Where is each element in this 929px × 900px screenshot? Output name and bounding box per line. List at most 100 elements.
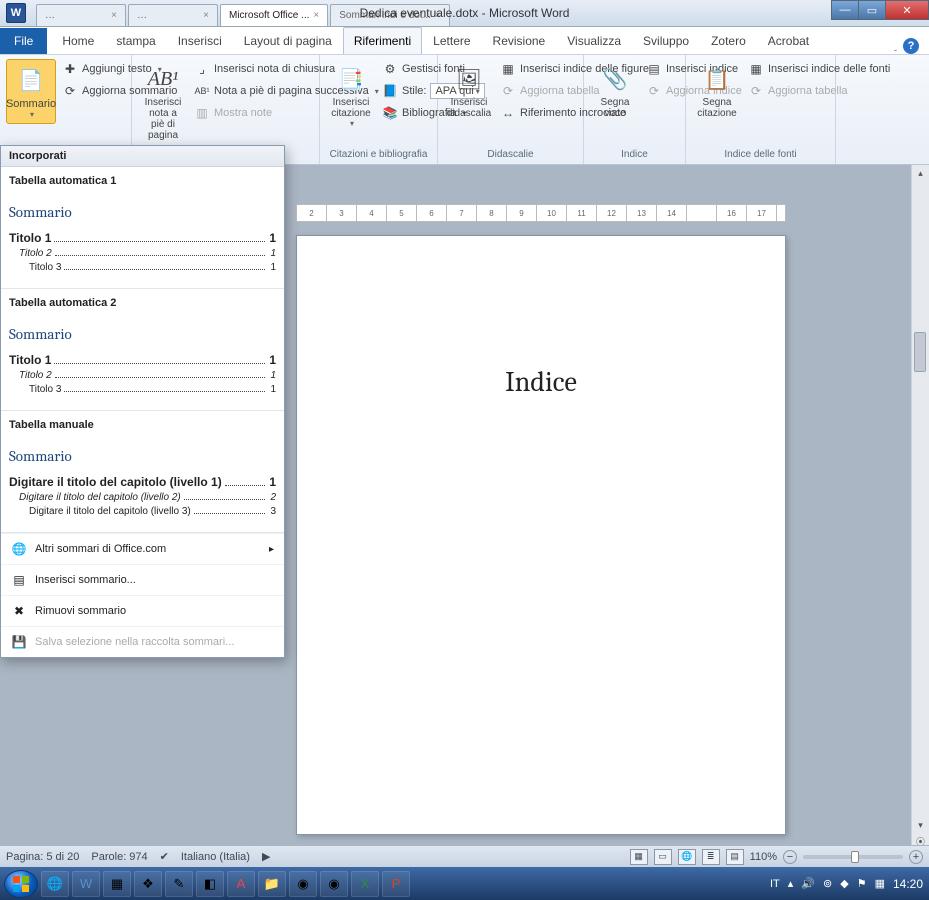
- view-outline[interactable]: ≣: [702, 849, 720, 865]
- window-controls: — ▭ ✕: [832, 0, 929, 26]
- macro-icon[interactable]: ▶: [262, 850, 270, 863]
- ribbon-group-didascalie: 🖼 Inserisci didascalia ▦Inserisci indice…: [438, 55, 584, 164]
- help-icon[interactable]: ?: [903, 38, 919, 54]
- refresh-icon: ⟳: [500, 83, 516, 99]
- tab-home[interactable]: Home: [51, 27, 105, 54]
- toc-preview-line: Titolo 21: [9, 248, 276, 259]
- ribbon-group-fonti: 📋 Segna citazione ▦Inserisci indice dell…: [686, 55, 836, 164]
- taskbar-pdf[interactable]: A: [227, 871, 255, 897]
- taskbar-app[interactable]: ✎: [165, 871, 193, 897]
- tab-stampa[interactable]: stampa: [105, 27, 166, 54]
- taskbar-powerpoint[interactable]: P: [382, 871, 410, 897]
- taskbar-explorer[interactable]: 📁: [258, 871, 286, 897]
- tray-network-icon[interactable]: ⊚: [823, 877, 832, 890]
- tab-layout[interactable]: Layout di pagina: [233, 27, 343, 54]
- taskbar-app[interactable]: ❖: [134, 871, 162, 897]
- inserisci-didascalia-button[interactable]: 🖼 Inserisci didascalia: [444, 59, 494, 123]
- sommario-dropdown: Incorporati Tabella automatica 1Sommario…: [0, 145, 285, 658]
- scroll-down-icon[interactable]: ▾: [912, 817, 929, 833]
- tray-icon[interactable]: ▦: [875, 877, 885, 890]
- scroll-thumb[interactable]: [914, 332, 926, 372]
- language-indicator[interactable]: Italiano (Italia): [181, 851, 250, 863]
- tab-zotero[interactable]: Zotero: [700, 27, 757, 54]
- document-page[interactable]: Indice: [296, 235, 786, 835]
- windows-taskbar: 🌐 W ▦ ❖ ✎ ◧ A 📁 ◉ ◉ X P IT ▴ 🔊 ⊚ ◆ ⚑ ▦ 1…: [0, 867, 929, 900]
- tab-revisione[interactable]: Revisione: [482, 27, 557, 54]
- taskbar-chrome[interactable]: ◉: [289, 871, 317, 897]
- toc-preview-heading: Sommario: [9, 203, 276, 221]
- window-tab[interactable]: …×: [36, 4, 126, 26]
- word-count[interactable]: Parole: 974: [91, 851, 147, 863]
- toc-gallery-item[interactable]: Tabella automatica 1SommarioTitolo 11Tit…: [1, 167, 284, 289]
- window-tab[interactable]: …×: [128, 4, 218, 26]
- tray-clock[interactable]: 14:20: [893, 877, 923, 891]
- ribbon-minimize-icon[interactable]: ˬ: [894, 41, 897, 51]
- ruler-tick: 12: [597, 205, 627, 221]
- caption-icon: 🖼: [453, 63, 485, 95]
- tab-inserisci[interactable]: Inserisci: [167, 27, 233, 54]
- ruler-tick: 10: [537, 205, 567, 221]
- toc-gallery-item[interactable]: Tabella manualeSommarioDigitare il titol…: [1, 411, 284, 533]
- tab-sviluppo[interactable]: Sviluppo: [632, 27, 700, 54]
- maximize-button[interactable]: ▭: [858, 0, 886, 20]
- file-tab[interactable]: File: [0, 28, 47, 54]
- indice-fonti-button[interactable]: ▦Inserisci indice delle fonti: [746, 59, 892, 79]
- toc-preview-heading: Sommario: [9, 447, 276, 465]
- ribbon-group-indice: 📎 Segna voce ▤Inserisci indice ⟳Aggiorna…: [584, 55, 686, 164]
- btn-label: Segna citazione: [697, 97, 736, 119]
- tab-riferimenti[interactable]: Riferimenti: [343, 27, 422, 54]
- zoom-slider-handle[interactable]: [851, 851, 859, 863]
- btn-label: Inserisci nota a piè di pagina: [144, 97, 182, 141]
- taskbar-app[interactable]: ◧: [196, 871, 224, 897]
- tray-icon[interactable]: ⚑: [857, 877, 867, 890]
- view-draft[interactable]: ▤: [726, 849, 744, 865]
- horizontal-ruler[interactable]: 2345678910111213141617: [296, 204, 786, 222]
- tray-volume-icon[interactable]: 🔊: [801, 877, 815, 890]
- ribbon-tabs: File Home stampa Inserisci Layout di pag…: [0, 27, 929, 55]
- minimize-button[interactable]: —: [831, 0, 859, 20]
- taskbar-app[interactable]: ▦: [103, 871, 131, 897]
- segna-voce-button[interactable]: 📎 Segna voce: [590, 59, 640, 123]
- insert-sommario-item[interactable]: ▤ Inserisci sommario...: [1, 564, 284, 595]
- tray-show-hidden-icon[interactable]: ▴: [788, 877, 794, 890]
- zoom-slider[interactable]: [803, 855, 903, 859]
- window-tab[interactable]: Sommari indi e dot...×: [330, 4, 450, 26]
- taskbar-chrome[interactable]: ◉: [320, 871, 348, 897]
- sommario-button[interactable]: 📄 Sommario ▾: [6, 59, 56, 124]
- proofing-icon[interactable]: ✔: [160, 850, 169, 863]
- remove-sommario-item[interactable]: ✖ Rimuovi sommario: [1, 595, 284, 626]
- btn-label: Segna voce: [596, 97, 634, 119]
- zoom-in-button[interactable]: +: [909, 850, 923, 864]
- scroll-up-icon[interactable]: ▴: [912, 165, 929, 181]
- tray-language[interactable]: IT: [770, 878, 780, 890]
- taskbar-word[interactable]: W: [72, 871, 100, 897]
- zoom-level[interactable]: 110%: [750, 851, 777, 863]
- chevron-down-icon: ▾: [30, 110, 34, 119]
- page-indicator[interactable]: Pagina: 5 di 20: [6, 851, 79, 863]
- vertical-scrollbar[interactable]: ▴ ▾ ⦿ ▾: [911, 165, 929, 865]
- window-tab-strip: …× …× Microsoft Office ...× Sommari indi…: [36, 0, 450, 26]
- view-fullscreen[interactable]: ▭: [654, 849, 672, 865]
- aggiorna-tabella-fonti-button[interactable]: ⟳Aggiorna tabella: [746, 81, 892, 101]
- tray-icon[interactable]: ◆: [840, 877, 848, 890]
- sommario-label: Sommario: [6, 98, 56, 110]
- toc-gallery-item[interactable]: Tabella automatica 2SommarioTitolo 11Tit…: [1, 289, 284, 411]
- tab-lettere[interactable]: Lettere: [422, 27, 481, 54]
- window-tab-active[interactable]: Microsoft Office ...×: [220, 4, 328, 26]
- inserisci-nota-button[interactable]: AB¹ Inserisci nota a piè di pagina: [138, 59, 188, 145]
- taskbar-ie[interactable]: 🌐: [41, 871, 69, 897]
- view-web[interactable]: 🌐: [678, 849, 696, 865]
- close-button[interactable]: ✕: [885, 0, 929, 20]
- inserisci-citazione-button[interactable]: 📑 Inserisci citazione▾: [326, 59, 376, 132]
- view-print-layout[interactable]: ▦: [630, 849, 648, 865]
- segna-citazione-button[interactable]: 📋 Segna citazione: [692, 59, 742, 123]
- ruler-tick: 14: [657, 205, 687, 221]
- ruler-tick: 5: [387, 205, 417, 221]
- tab-acrobat[interactable]: Acrobat: [757, 27, 820, 54]
- more-office-item[interactable]: 🌐 Altri sommari di Office.com ▸: [1, 533, 284, 564]
- tab-visualizza[interactable]: Visualizza: [556, 27, 632, 54]
- start-button[interactable]: [4, 870, 38, 898]
- taskbar-excel[interactable]: X: [351, 871, 379, 897]
- zoom-out-button[interactable]: −: [783, 850, 797, 864]
- save-gallery-icon: 💾: [11, 634, 27, 650]
